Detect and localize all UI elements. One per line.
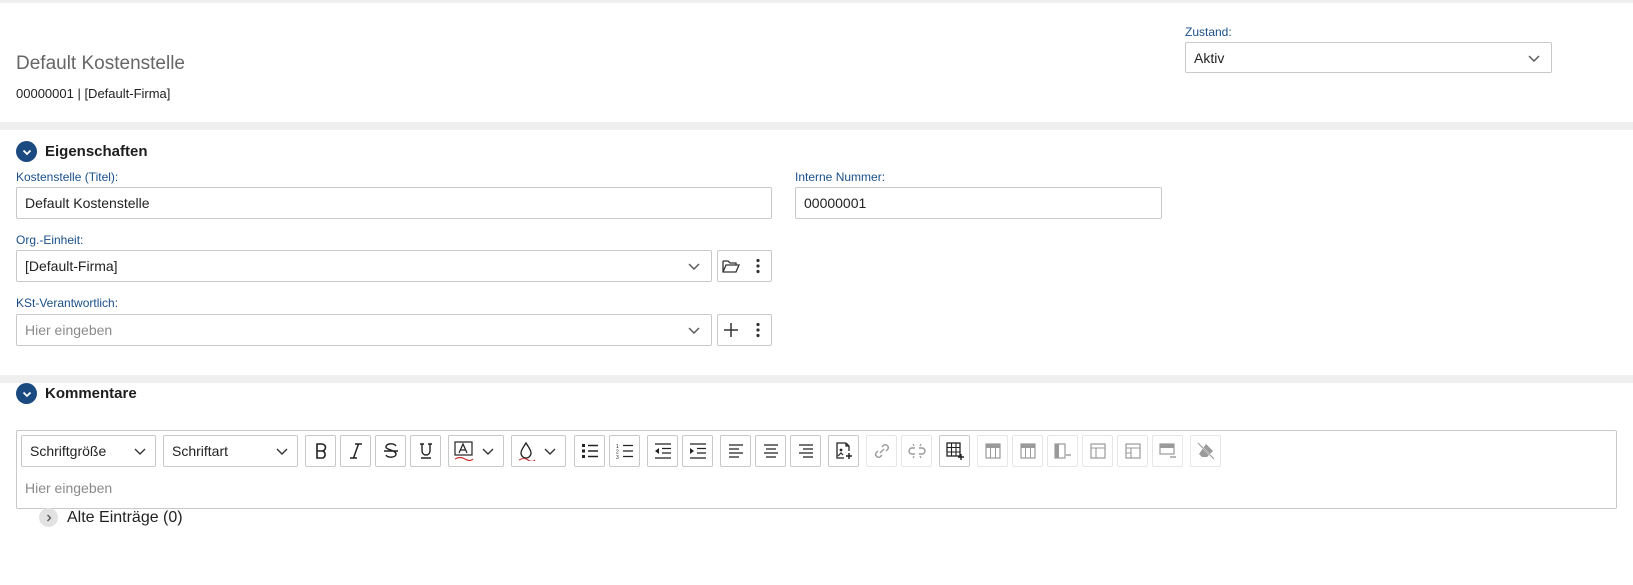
align-left-button[interactable] [720, 435, 751, 467]
indent-icon [689, 443, 706, 459]
comments-panel: Kommentare Schriftgröße Schriftart 1 2 3… [0, 383, 1633, 585]
bold-icon [315, 443, 326, 459]
org-unit-actions [717, 250, 772, 282]
align-center-icon [763, 444, 778, 458]
internal-number-input[interactable]: 00000001 [795, 187, 1162, 219]
title-input[interactable]: Default Kostenstelle [16, 187, 772, 219]
bullet-list-icon [581, 444, 598, 458]
table-delete-row-icon [1158, 443, 1176, 458]
responsible-label: KSt-Verantwortlich: [16, 296, 119, 310]
table-merge-icon [1089, 443, 1106, 459]
internal-number-label: Interne Nummer: [795, 170, 886, 184]
indent-button[interactable] [682, 435, 713, 467]
strikethrough-button[interactable] [375, 435, 406, 467]
numbered-list-icon: 123 [616, 444, 633, 459]
title-value: Default Kostenstelle [25, 195, 150, 211]
link-icon [874, 444, 889, 458]
text-color-icon [454, 441, 474, 461]
properties-panel: Eigenschaften Kostenstelle (Titel): Defa… [0, 130, 1633, 375]
chevron-down-icon [688, 263, 700, 270]
old-entries-toggle[interactable]: Alte Einträge (0) [39, 508, 183, 527]
italic-button[interactable] [340, 435, 371, 467]
unlink-icon [907, 443, 926, 459]
insert-image-button[interactable] [828, 435, 859, 467]
table-delete-row-button[interactable] [1152, 435, 1183, 467]
underline-button[interactable] [410, 435, 441, 467]
eraser-icon [1197, 442, 1214, 460]
status-select[interactable]: Aktiv [1185, 42, 1552, 73]
insert-image-icon [835, 442, 852, 459]
old-entries-label: Alte Einträge (0) [67, 508, 183, 526]
page-subtitle: 00000001 | [Default-Firma] [16, 86, 171, 101]
comment-editor[interactable]: Schriftgröße Schriftart 1 2 3 Hier einge… [16, 430, 1617, 509]
internal-number-value: 00000001 [804, 195, 867, 211]
more-vertical-icon[interactable] [745, 251, 772, 281]
editor-placeholder: Hier eingeben [25, 480, 113, 496]
title-label: Kostenstelle (Titel): [16, 170, 119, 184]
more-vertical-icon[interactable] [745, 315, 772, 345]
collapse-icon [16, 383, 37, 404]
comments-toggle[interactable]: Kommentare [16, 383, 137, 404]
collapse-icon [16, 141, 37, 162]
chevron-down-icon [544, 448, 556, 455]
section-title: Kommentare [45, 385, 137, 402]
chevron-down-icon [482, 448, 494, 455]
table-row-above-button[interactable] [977, 435, 1008, 467]
responsible-placeholder: Hier eingeben [25, 322, 113, 338]
text-color-dropdown[interactable] [448, 435, 504, 467]
insert-link-button[interactable] [866, 435, 897, 467]
table-delete-column-button[interactable] [1047, 435, 1078, 467]
svg-text:3: 3 [616, 455, 619, 459]
italic-icon [349, 443, 362, 459]
status-label: Zustand: [1185, 25, 1232, 39]
section-title: Eigenschaften [45, 143, 148, 160]
bold-button[interactable] [305, 435, 336, 467]
chevron-down-icon [134, 448, 146, 455]
plus-icon[interactable] [718, 315, 745, 345]
align-left-icon [728, 444, 743, 458]
org-unit-select[interactable]: [Default-Firma] [16, 250, 712, 282]
org-unit-label: Org.-Einheit: [16, 233, 84, 247]
responsible-select[interactable]: Hier eingeben [16, 314, 712, 346]
table-merge-button[interactable] [1082, 435, 1113, 467]
align-right-button[interactable] [790, 435, 821, 467]
clear-format-button[interactable] [1190, 435, 1221, 467]
font-size-label: Schriftgröße [30, 443, 107, 459]
table-icon [945, 442, 964, 460]
table-row-icon [984, 443, 1001, 459]
underline-icon [419, 443, 432, 459]
font-size-dropdown[interactable]: Schriftgröße [21, 435, 156, 467]
responsible-actions [717, 314, 772, 346]
table-split-button[interactable] [1117, 435, 1148, 467]
bullet-list-button[interactable] [574, 435, 605, 467]
status-value: Aktiv [1194, 49, 1225, 66]
chevron-down-icon [1528, 55, 1540, 62]
outdent-icon [654, 443, 671, 459]
align-right-icon [798, 444, 813, 458]
font-family-label: Schriftart [172, 443, 229, 459]
chevron-right-icon [39, 508, 58, 527]
chevron-down-icon [276, 448, 288, 455]
strikethrough-icon [383, 443, 398, 458]
table-split-icon [1124, 443, 1141, 459]
unlink-button[interactable] [901, 435, 932, 467]
outdent-button[interactable] [647, 435, 678, 467]
table-column-icon [1019, 443, 1036, 459]
numbered-list-button[interactable]: 123 [609, 435, 640, 467]
font-family-dropdown[interactable]: Schriftart [163, 435, 298, 467]
properties-toggle[interactable]: Eigenschaften [16, 141, 148, 162]
page-title: Default Kostenstelle [16, 53, 185, 74]
folder-open-icon[interactable] [718, 251, 745, 281]
droplet-icon [518, 441, 536, 461]
chevron-down-icon [688, 327, 700, 334]
insert-table-button[interactable] [939, 435, 970, 467]
table-delete-column-icon [1053, 443, 1071, 459]
align-center-button[interactable] [755, 435, 786, 467]
org-unit-value: [Default-Firma] [25, 258, 118, 274]
table-column-button[interactable] [1012, 435, 1043, 467]
highlight-color-dropdown[interactable] [511, 435, 566, 467]
header-panel: Default Kostenstelle 00000001 | [Default… [0, 3, 1633, 122]
